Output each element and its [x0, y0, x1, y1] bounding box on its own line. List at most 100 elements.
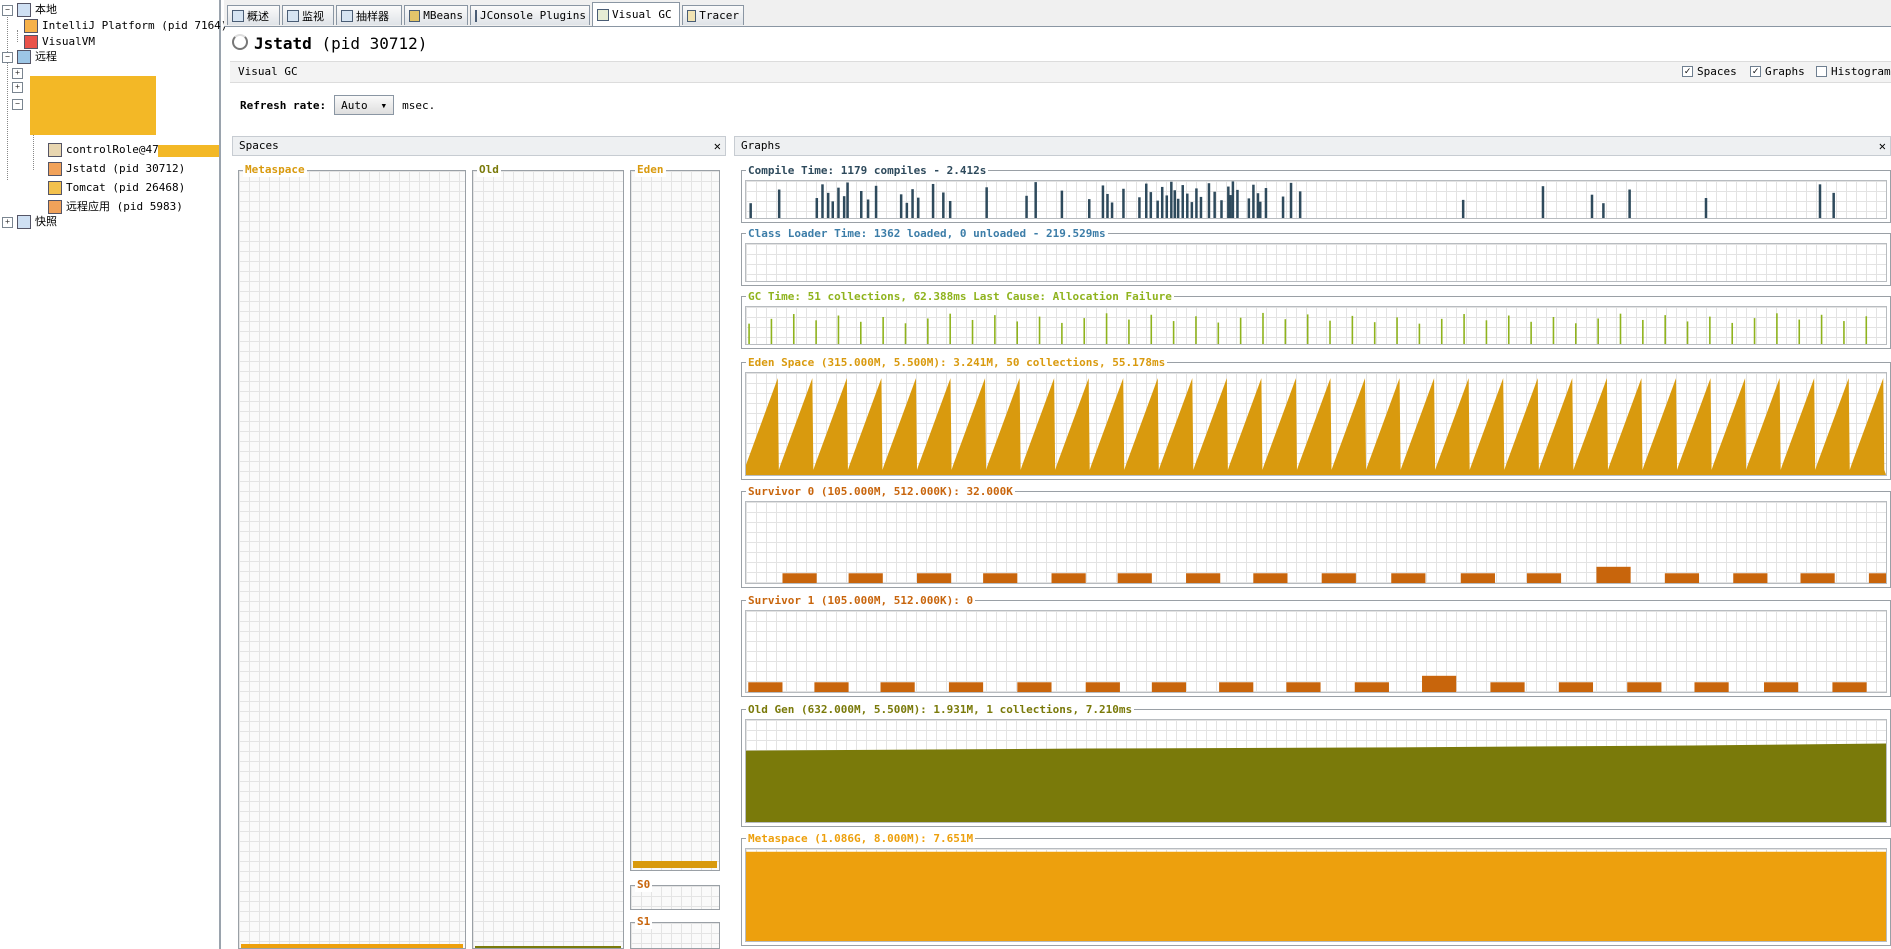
- compile-spike: [985, 187, 988, 218]
- gc-spike: [1463, 314, 1465, 344]
- compile-spike: [846, 182, 849, 218]
- survivor-block: [1085, 682, 1120, 692]
- compile-spike: [837, 187, 840, 218]
- survivor-block: [1733, 573, 1768, 583]
- gc-spike: [1664, 315, 1666, 344]
- gc-spike: [1195, 316, 1197, 344]
- collapse-icon[interactable]: −: [12, 99, 23, 110]
- gc-spike: [1709, 316, 1711, 344]
- survivor-block: [1460, 573, 1495, 583]
- metaspace-usage-area: [746, 851, 1886, 941]
- gc-spike: [1642, 319, 1644, 344]
- gc-spike: [1507, 315, 1510, 344]
- compile-spike: [1110, 202, 1114, 218]
- close-icon[interactable]: ✕: [1879, 137, 1886, 155]
- gc-spike: [1262, 312, 1264, 344]
- compile-spike: [1256, 193, 1260, 218]
- compile-spike: [1220, 200, 1223, 218]
- eden-space: Eden: [630, 163, 720, 871]
- gc-spike: [971, 319, 974, 344]
- tab-overview[interactable]: 概述: [227, 5, 280, 25]
- compile-spike: [1199, 196, 1203, 218]
- tree-node-jstatd[interactable]: Jstatd (pid 30712): [48, 160, 185, 178]
- compile-spike: [1176, 198, 1180, 218]
- compile-spike: [1236, 189, 1239, 218]
- compile-spike: [1247, 198, 1251, 218]
- survivor-block: [917, 573, 952, 583]
- tree-node-snapshots[interactable]: + 快照: [2, 213, 57, 231]
- gc-spike: [1150, 314, 1153, 344]
- gc-spike: [1530, 321, 1532, 344]
- spaces-checkbox[interactable]: ✓ Spaces: [1682, 65, 1737, 78]
- compile-spike: [1181, 185, 1184, 218]
- survivor-block: [1151, 682, 1187, 692]
- compile-spike: [821, 184, 824, 218]
- tab-visual-gc[interactable]: Visual GC: [592, 2, 680, 26]
- compile-spike: [1259, 201, 1262, 218]
- expand-icon[interactable]: +: [2, 216, 13, 228]
- collapse-icon[interactable]: −: [2, 4, 13, 16]
- refresh-rate-select[interactable]: Auto ▾: [334, 95, 395, 115]
- compile-spike: [1213, 191, 1216, 218]
- gc-spike: [1351, 315, 1354, 344]
- survivor-block: [1558, 682, 1594, 692]
- gc-spike: [1552, 316, 1555, 344]
- gc-spike: [1083, 318, 1086, 344]
- gc-spike: [1865, 316, 1868, 344]
- compile-spike: [1149, 192, 1153, 218]
- survivor-block: [1490, 682, 1525, 692]
- compile-spike: [1227, 186, 1230, 218]
- expand-icon[interactable]: +: [12, 68, 23, 79]
- spaces-panel-header: Spaces ✕: [232, 136, 726, 156]
- survivor-block: [1832, 682, 1867, 692]
- compile-time-label: Compile Time: 1179 compiles - 2.412s: [746, 164, 989, 177]
- expand-icon[interactable]: +: [12, 82, 23, 93]
- s0-space: S0: [630, 878, 720, 910]
- close-icon[interactable]: ✕: [714, 137, 721, 155]
- gc-spike: [1485, 320, 1488, 344]
- collapse-icon[interactable]: −: [2, 51, 13, 63]
- survivor1-label: Survivor 1 (105.000M, 512.000K): 0: [746, 594, 976, 607]
- metaspace-fill: [241, 944, 463, 948]
- compile-spike: [1160, 186, 1164, 218]
- redacted-block: [158, 145, 219, 157]
- gc-spike: [927, 318, 929, 344]
- gc-spike: [1820, 314, 1823, 344]
- gc-spike: [1217, 322, 1220, 344]
- compile-spike: [842, 196, 846, 218]
- survivor-block: [880, 682, 915, 692]
- compile-spike: [826, 192, 830, 218]
- tree-node-remote-app[interactable]: 远程应用 (pid 5983): [48, 198, 183, 216]
- jconsole-icon: [475, 9, 477, 22]
- tab-sampler[interactable]: 抽样器: [336, 5, 402, 25]
- gc-spike: [949, 313, 951, 344]
- tab-jconsole-plugins[interactable]: JConsole Plugins: [470, 5, 590, 25]
- gc-spike: [1016, 321, 1019, 344]
- survivor-block: [1286, 682, 1321, 692]
- tab-monitor[interactable]: 监视: [282, 5, 334, 25]
- compile-spike: [1025, 195, 1028, 218]
- compile-spike: [1818, 184, 1822, 218]
- compile-spike: [874, 185, 878, 218]
- tree-node-control-role[interactable]: controlRole@47.: [48, 141, 165, 159]
- gc-spike: [1597, 318, 1599, 344]
- tab-mbeans[interactable]: MBeans: [404, 5, 468, 25]
- compile-spike: [1165, 195, 1169, 218]
- compile-spike: [1704, 198, 1708, 218]
- tab-tracer[interactable]: Tracer: [682, 5, 744, 25]
- tree-node-tomcat[interactable]: Tomcat (pid 26468): [48, 179, 185, 197]
- compile-spike: [1541, 186, 1545, 218]
- graphs-panel-header: Graphs ✕: [734, 136, 1891, 156]
- gc-spike: [1776, 313, 1778, 344]
- redacted-block: [30, 76, 156, 135]
- compile-spike: [1207, 183, 1211, 218]
- graphs-checkbox[interactable]: ✓ Graphs: [1750, 65, 1805, 78]
- survivor-block: [1253, 573, 1288, 583]
- tree-node-remote[interactable]: − 远程: [2, 48, 57, 66]
- compile-spike: [905, 202, 909, 218]
- compile-spike: [899, 194, 903, 218]
- survivor-block: [1764, 682, 1799, 692]
- compile-spike: [1145, 183, 1148, 218]
- gc-spike: [1172, 321, 1175, 344]
- histogram-checkbox[interactable]: Histogram: [1816, 65, 1891, 78]
